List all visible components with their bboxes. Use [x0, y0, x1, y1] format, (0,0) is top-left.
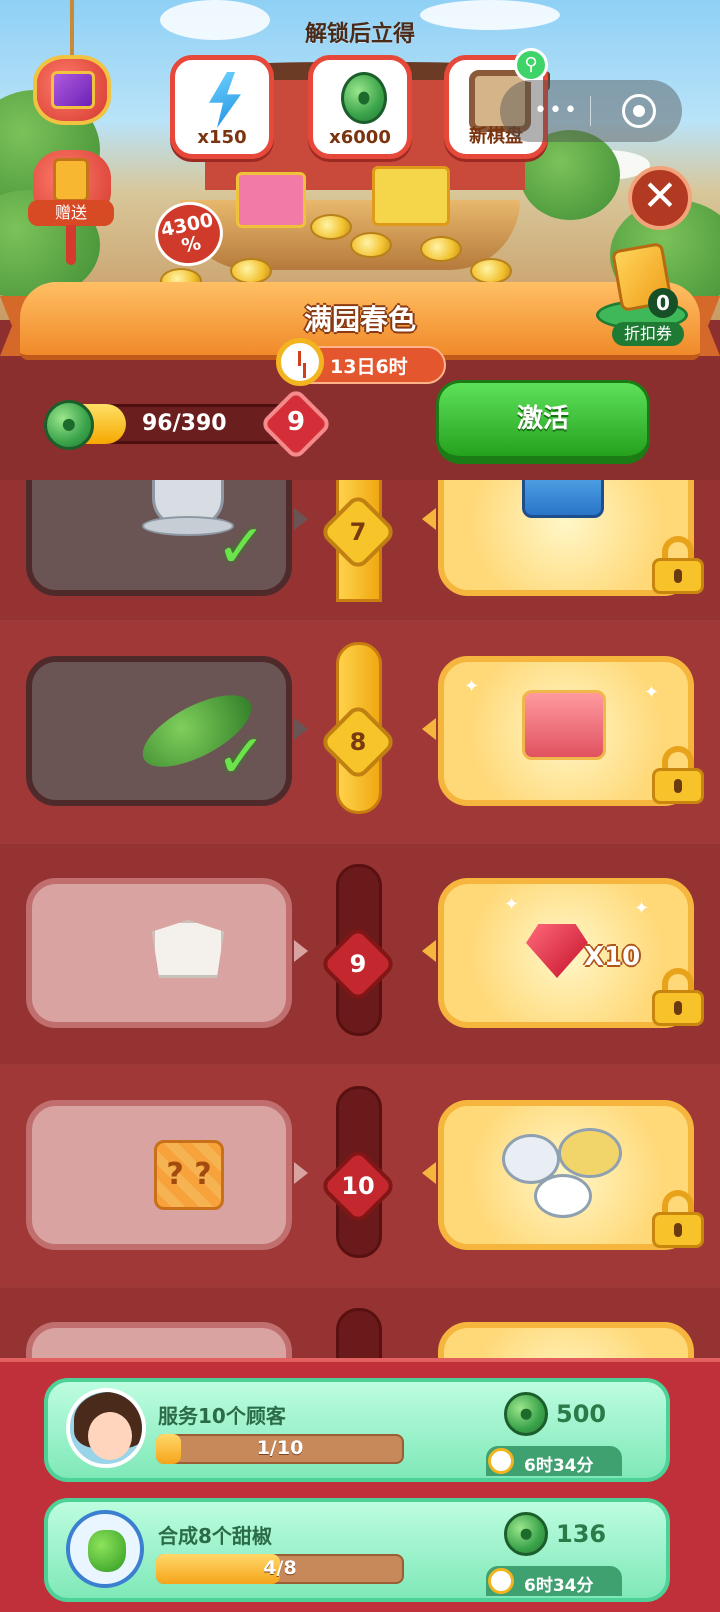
tier-track	[336, 1288, 382, 1360]
lantern-rope	[70, 0, 74, 60]
tier-row: ✓ 7 ✦	[0, 480, 720, 632]
quest-title: 服务10个顾客	[158, 1404, 286, 1428]
gift-label: 赠送	[28, 200, 114, 226]
check-icon: ✓	[216, 512, 267, 582]
quest-panel: 服务10个顾客 1/10 500 6时34分 合成8个甜椒 4/8 136 6时…	[0, 1358, 720, 1612]
jade-coin-icon	[341, 72, 387, 124]
pepper-avatar	[66, 1510, 144, 1588]
activate-button[interactable]: 激活	[436, 380, 650, 464]
ticket-icon	[53, 158, 89, 202]
tier-level: 10	[341, 1172, 375, 1200]
blue-chest-icon	[522, 480, 604, 518]
jade-coin-icon	[504, 1512, 548, 1556]
coupon-label: 折扣券	[612, 322, 684, 346]
reward-jade[interactable]: x6000	[308, 55, 412, 159]
red-chest-icon	[522, 690, 606, 760]
check-icon: ✓	[216, 722, 267, 792]
clock-icon	[488, 1448, 514, 1474]
reward-quantity: X10	[584, 942, 641, 972]
gold-coin	[470, 258, 512, 284]
jade-coin-icon	[504, 1392, 548, 1436]
reward-amount: x6000	[329, 127, 391, 148]
sparkle-icon: ✦	[634, 898, 650, 919]
mystery-box-icon: ? ?	[154, 1140, 224, 1210]
exit-miniapp-icon[interactable]	[622, 94, 656, 128]
quest-reward: 500	[556, 1400, 607, 1428]
sparkle-icon: ✦	[464, 676, 480, 697]
quest-reward: 136	[556, 1520, 607, 1548]
lock-icon	[652, 1190, 704, 1248]
quest-item[interactable]: 合成8个甜椒 4/8 136 6时34分	[44, 1498, 670, 1602]
tier-row	[0, 1286, 720, 1360]
unlock-rewards-title: 解锁后立得	[304, 22, 415, 47]
discount-coupon[interactable]: 0	[596, 240, 688, 330]
miniapp-capsule: •••	[500, 80, 682, 142]
quest-progress-text: 4/8	[263, 1557, 297, 1579]
lock-icon	[652, 746, 704, 804]
customer-avatar	[66, 1388, 146, 1468]
quest-timer: 6时34分	[524, 1576, 594, 1596]
tier-row: ✓ 8 ✦ ✦	[0, 620, 720, 842]
lantern-gift-box-icon[interactable]	[33, 55, 111, 125]
gold-coin	[310, 214, 352, 240]
tier-list[interactable]: ✓ 7 ✦ ✓ 8 ✦ ✦	[0, 480, 720, 1360]
tier-level: 9	[349, 950, 367, 978]
event-timer: 13日6时	[330, 356, 408, 378]
pass-progress-text: 96/390	[142, 411, 227, 436]
quest-title: 合成8个甜椒	[158, 1524, 272, 1548]
gold-coin	[420, 236, 462, 262]
food-set-icon	[498, 1120, 628, 1230]
capsule-divider	[590, 96, 591, 126]
coupon-count: 0	[648, 288, 678, 318]
reward-energy[interactable]: x150	[170, 55, 274, 159]
takeout-box-icon	[152, 920, 224, 978]
free-reward-card[interactable]	[26, 1322, 292, 1360]
paid-reward-card[interactable]	[438, 1322, 694, 1360]
free-reward-card[interactable]: ? ?	[26, 1100, 292, 1250]
energy-bolt-icon	[209, 72, 241, 128]
tier-level: 8	[349, 728, 367, 756]
gold-coin	[230, 258, 272, 284]
clock-icon	[276, 338, 324, 386]
tier-row: 9 X10 ✦ ✦	[0, 842, 720, 1064]
bell-pepper-icon	[88, 1530, 126, 1572]
more-icon[interactable]: •••	[534, 98, 579, 123]
sparkle-icon: ✦	[474, 480, 489, 483]
track-rail	[336, 1308, 382, 1360]
gift-box	[372, 166, 450, 226]
current-level: 9	[286, 407, 306, 437]
gold-coin	[350, 232, 392, 258]
tier-row: ? ? 10	[0, 1064, 720, 1286]
ruby-icon	[526, 924, 588, 978]
free-reward-card[interactable]	[26, 878, 292, 1028]
clock-icon	[488, 1568, 514, 1594]
lock-icon	[652, 536, 704, 594]
lantern-tassel	[66, 225, 76, 265]
tier-level: 7	[349, 518, 367, 546]
lock-icon	[652, 968, 704, 1026]
search-icon[interactable]: ⚲	[514, 48, 548, 82]
quest-timer: 6时34分	[524, 1456, 594, 1476]
reward-amount: x150	[197, 127, 247, 148]
free-reward-card[interactable]: ✓	[26, 480, 292, 596]
quest-progress-text: 1/10	[256, 1437, 304, 1459]
close-button[interactable]: ✕	[628, 166, 692, 230]
sparkle-icon: ✦	[644, 682, 660, 703]
quest-item[interactable]: 服务10个顾客 1/10 500 6时34分	[44, 1378, 670, 1482]
gift-box	[236, 172, 306, 228]
jade-coin-icon	[44, 400, 94, 450]
treasure-bowl	[180, 200, 520, 270]
purple-gift-icon	[51, 71, 95, 109]
sparkle-icon: ✦	[504, 894, 520, 915]
free-reward-card[interactable]: ✓	[26, 656, 292, 806]
